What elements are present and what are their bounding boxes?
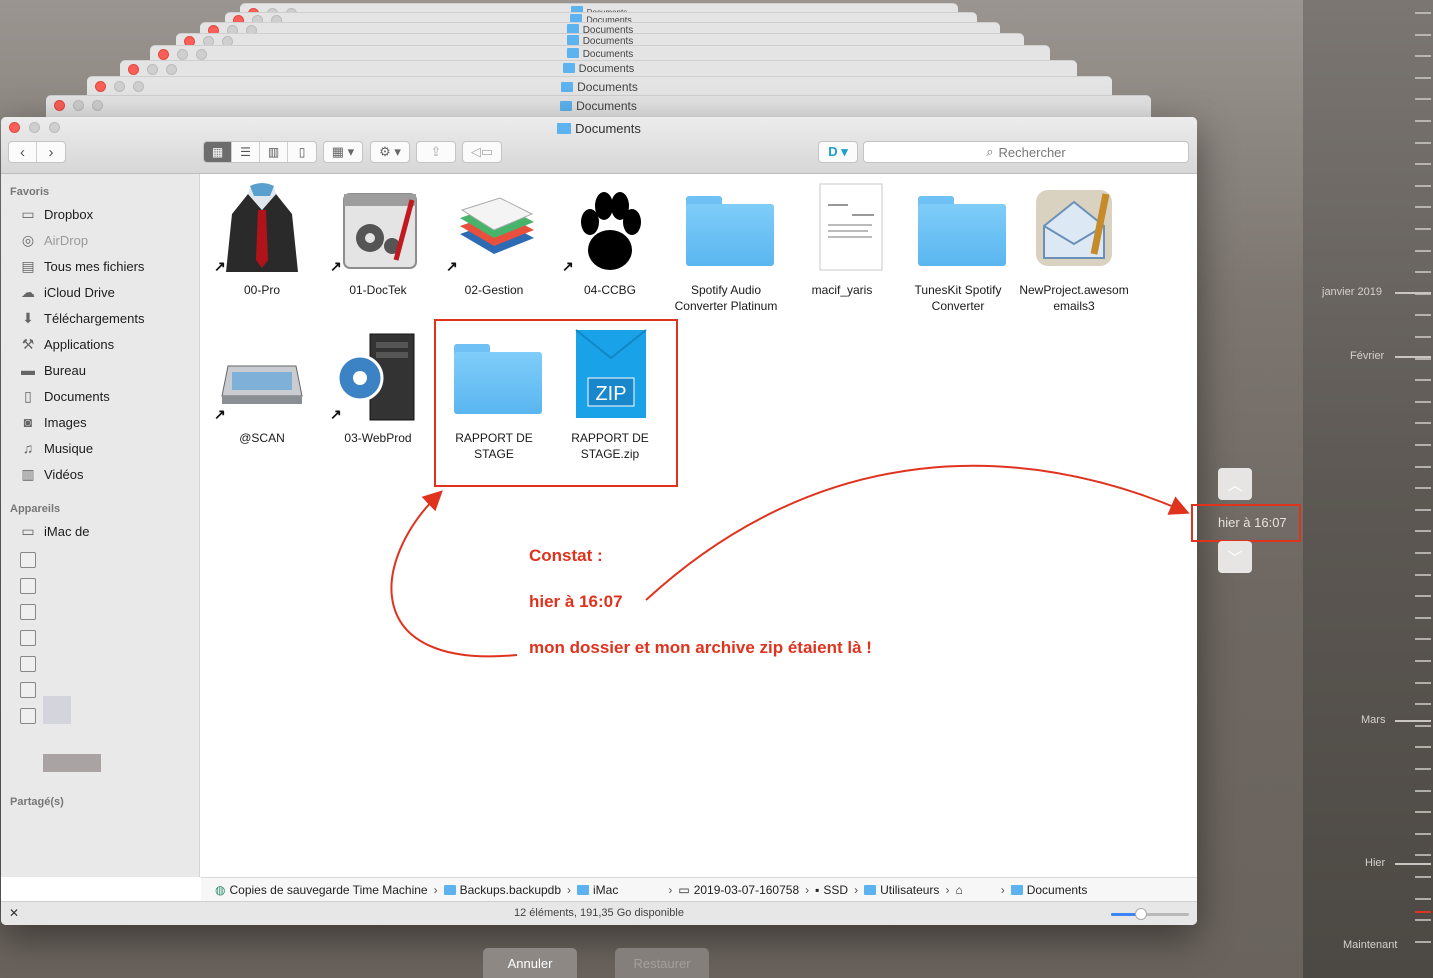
restore-button[interactable]: Restaurer [615,948,709,978]
annotation-note: mon dossier et mon archive zip étaient l… [529,638,872,657]
arrow-to-date [645,464,1190,601]
annotation-title: Constat : [529,546,603,565]
annotation-arrows [390,464,1190,658]
annotation-date: hier à 16:07 [529,592,623,611]
cancel-button[interactable]: Annuler [483,948,577,978]
arrow-to-files [390,490,518,658]
